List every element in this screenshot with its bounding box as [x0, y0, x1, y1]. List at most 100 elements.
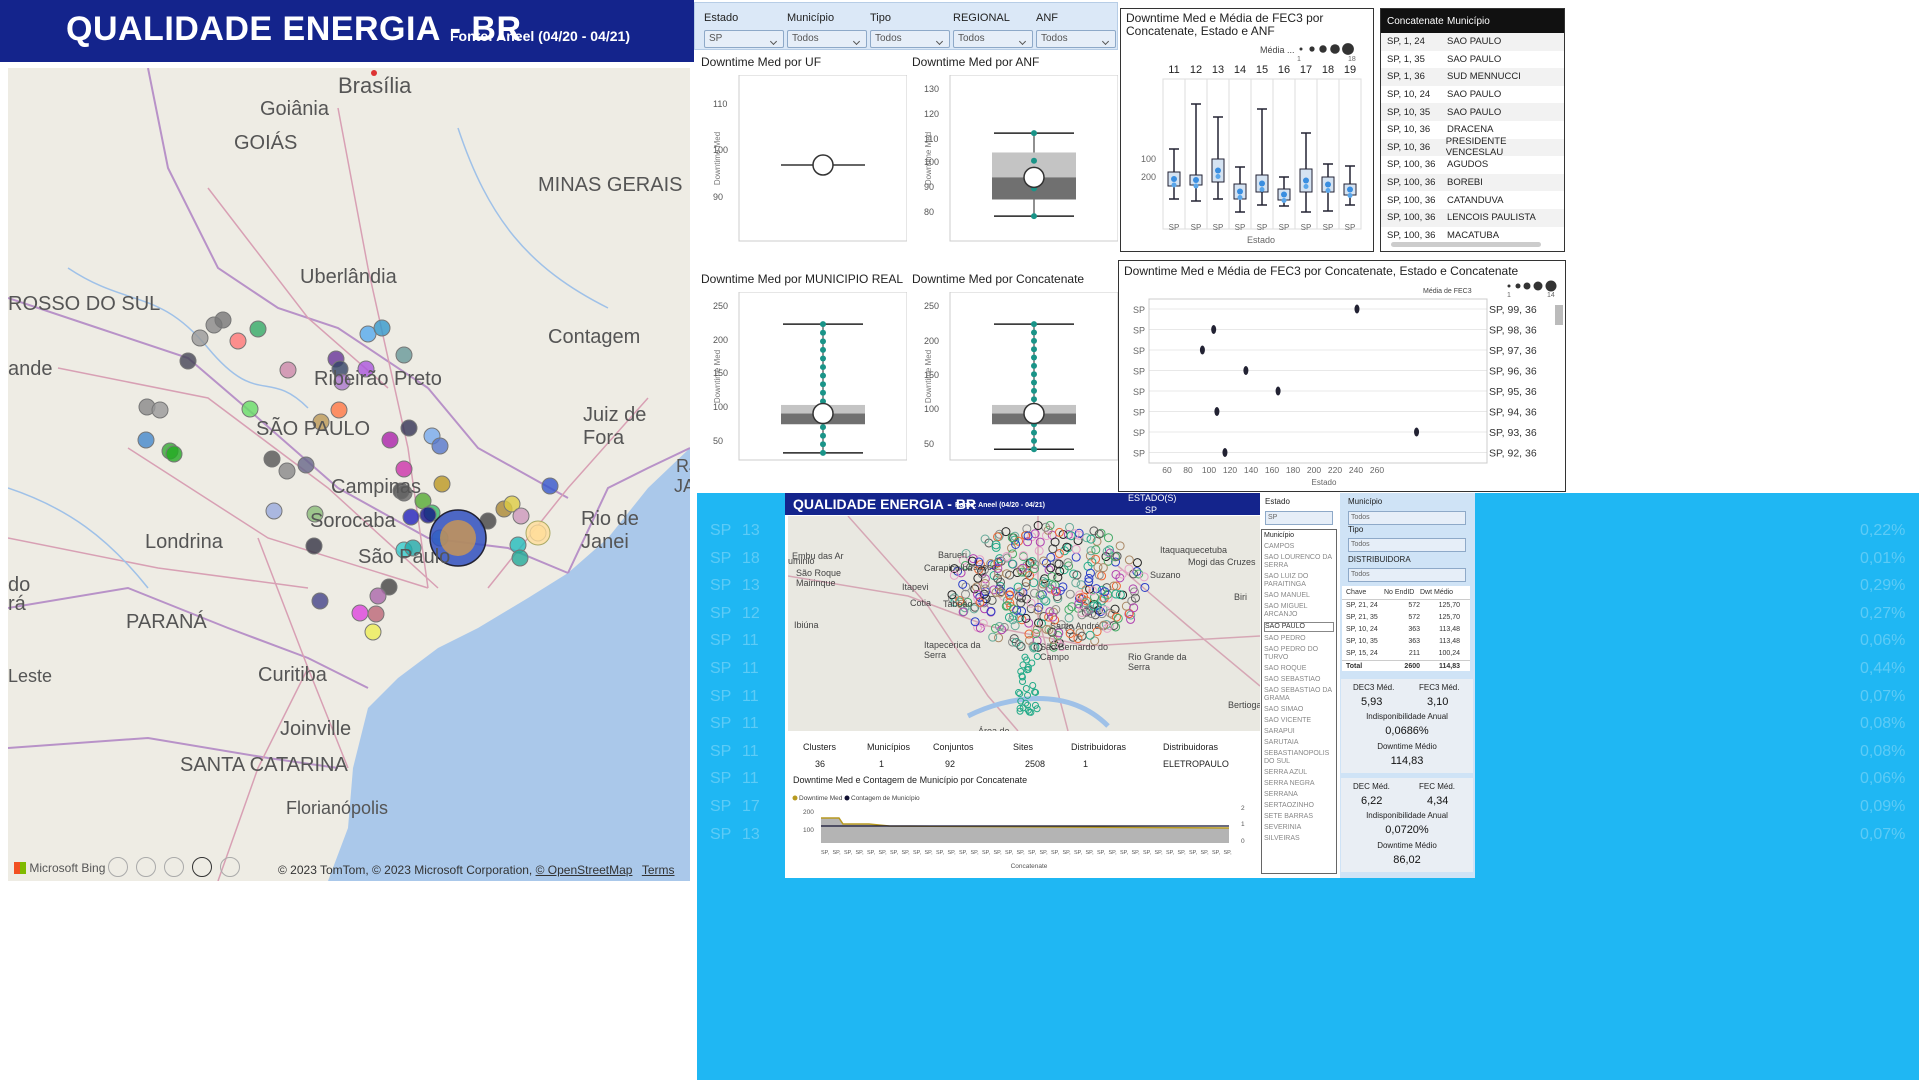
y-tick-label: 200: [924, 336, 940, 347]
mun-list-item[interactable]: SEVERINIA: [1264, 824, 1334, 832]
data-point: [820, 441, 826, 448]
map-controls[interactable]: [108, 857, 240, 877]
x-tick: SP,: [844, 850, 853, 856]
table-scrollbar[interactable]: [1391, 242, 1541, 247]
inset-table-header-cell[interactable]: Chave: [1346, 589, 1384, 596]
mun-list-item[interactable]: SERTAOZINHO: [1264, 802, 1334, 810]
mun-list-item[interactable]: SARUTAIA: [1264, 739, 1334, 747]
y-tick-label: 110: [713, 98, 728, 109]
mun-list-item[interactable]: SAO MANUEL: [1264, 592, 1334, 600]
table-row[interactable]: SP, 100, 36 BOREBI: [1381, 173, 1564, 192]
map-bubble: [512, 507, 530, 525]
map[interactable]: Brasília Goiânia GOIÁS MINAS GERAIS Uberlând…: [8, 68, 690, 881]
table-cell: SP, 10, 35: [1387, 106, 1431, 118]
mun-list-item[interactable]: SAO SIMAO: [1264, 706, 1334, 714]
mun-list-item[interactable]: SERRANA: [1264, 791, 1334, 799]
stat-value-distribuidora-name: ELETROPAULO: [1163, 759, 1229, 769]
legend-dot: [1299, 47, 1303, 51]
map-style-icon[interactable]: [164, 857, 184, 877]
inset-table-row[interactable]: SP, 10, 35 363 113,48: [1342, 636, 1470, 648]
mun-list-item[interactable]: SILVEIRAS: [1264, 835, 1334, 843]
inset-table-row[interactable]: SP, 15, 24 211 100,24: [1342, 648, 1470, 660]
inset-filter-estado[interactable]: SP: [1265, 511, 1333, 525]
table-row[interactable]: SP, 1, 35 SAO PAULO: [1381, 50, 1564, 69]
locate-icon[interactable]: [108, 857, 128, 877]
mun-list-item[interactable]: SAO VICENTE: [1264, 717, 1334, 725]
inset-table[interactable]: Chave No EndID Dwt Médio SP, 21, 24 572 125,7…: [1342, 586, 1470, 671]
mun-list-item[interactable]: SAO LOURENCO DA SERRA: [1264, 554, 1334, 570]
mun-list-item[interactable]: SAO ROQUE: [1264, 665, 1334, 673]
table-cell: AGUDOS: [1447, 159, 1489, 171]
chart-title-conc: Downtime Med por Concatenate: [912, 272, 1085, 286]
table-row[interactable]: SP, 10, 36 PRESIDENTE VENCESLAU: [1381, 136, 1564, 159]
inset-place-label: Mogi das Cruzes: [1188, 557, 1256, 567]
inset-dot: [1029, 578, 1039, 588]
table-row[interactable]: SP, 10, 24 SAO PAULO: [1381, 85, 1564, 104]
column-header: 19: [1344, 64, 1356, 76]
inset-dot: [1022, 685, 1030, 693]
table-row[interactable]: SP, 100, 36 AGUDOS: [1381, 156, 1564, 174]
mun-list-item[interactable]: SAO LUIZ DO PARAITINGA: [1264, 573, 1334, 589]
column-header: 14: [1234, 64, 1246, 76]
table-header-col1[interactable]: Concatenate: [1387, 16, 1447, 27]
inset-table-row[interactable]: SP, 21, 35 572 125,70: [1342, 612, 1470, 624]
y-tick-label: 130: [924, 83, 940, 94]
y-tick-label: 120: [924, 108, 940, 119]
inset-filter-distribuidora[interactable]: Todos: [1348, 568, 1466, 582]
inset-table-header-cell[interactable]: Dwt Médio: [1420, 589, 1460, 596]
inset-table-header-cell[interactable]: No EndID: [1384, 589, 1420, 596]
boxplot-mun[interactable]: [699, 292, 907, 480]
concat-table[interactable]: Concatenate Município SP, 1, 24 SAO PAULO…: [1380, 8, 1565, 252]
fec3-chart[interactable]: 11 SP 12 SP 13 SP 14 SP 15 SP 16 SP 17 SP 18 SP 19 SP 200 1…: [1121, 9, 1375, 253]
mun-list-item[interactable]: SERRA NEGRA: [1264, 780, 1334, 788]
camera-icon[interactable]: [192, 857, 212, 877]
table-cell: SP, 10, 24: [1387, 89, 1431, 101]
mun-list-item[interactable]: SETE BARRAS: [1264, 813, 1334, 821]
mun-list-item[interactable]: CAMPOS: [1264, 543, 1334, 551]
table-header-col2[interactable]: Município: [1447, 16, 1490, 27]
table-cell: PRESIDENTE VENCESLAU: [1445, 136, 1507, 159]
stat-value-clusters: 36: [815, 759, 826, 769]
mun-list-item[interactable]: SAO MIGUEL ARCANJO: [1264, 603, 1334, 619]
category-label: SP: [1323, 223, 1334, 232]
map-place-label: Ribeirão Preto: [314, 368, 442, 390]
inset-filter-municipio[interactable]: Todos: [1348, 511, 1466, 525]
mun-list-item[interactable]: SAO PEDRO: [1264, 635, 1334, 643]
x-tick: SP,: [1005, 850, 1014, 856]
y-tick-label: 90: [924, 181, 935, 192]
mun-list-item[interactable]: SERRA AZUL: [1264, 769, 1334, 777]
inset-table-row[interactable]: SP, 10, 24 363 113,48: [1342, 624, 1470, 636]
table-cell: LENCOIS PAULISTA: [1447, 212, 1536, 224]
column-header: 17: [1300, 64, 1312, 76]
mean-marker: [1023, 166, 1045, 189]
inset-mun-list[interactable]: Município CAMPOS SAO LOURENCO DA SERRA SAO …: [1261, 529, 1337, 874]
fec3b-chart[interactable]: SP SP, 99, 36 SP SP, 98, 36 SP SP, 97, 36 SP SP…: [1119, 261, 1567, 493]
table-row[interactable]: SP, 10, 35 SAO PAULO: [1381, 103, 1564, 121]
zoom-icon[interactable]: [136, 857, 156, 877]
inset-dot: [1085, 630, 1095, 640]
inset-filter-tipo[interactable]: Todos: [1348, 538, 1466, 552]
table-row[interactable]: SP, 1, 36 SUD MENNUCCI: [1381, 68, 1564, 86]
boxplot-conc[interactable]: [910, 292, 1118, 480]
mun-list-item[interactable]: SEBASTIANOPOLIS DO SUL: [1264, 750, 1334, 766]
table-row[interactable]: SP, 1, 24 SAO PAULO: [1381, 33, 1564, 51]
inset-map[interactable]: Barueri Carapicuíba Osasco Itaquaquecetuba M…: [788, 516, 1260, 731]
mun-list-item[interactable]: SAO SEBASTIAO: [1264, 676, 1334, 684]
boxplot-uf[interactable]: [699, 75, 907, 261]
terms-link[interactable]: Terms: [642, 863, 675, 877]
more-icon[interactable]: [220, 857, 240, 877]
mun-list-item[interactable]: SAO PEDRO DO TURVO: [1264, 646, 1334, 662]
inset-table-row[interactable]: SP, 21, 24 572 125,70: [1342, 600, 1470, 612]
map-place-label: rá: [8, 593, 26, 615]
mun-list-item[interactable]: SARAPUI: [1264, 728, 1334, 736]
y-tick: 100: [1141, 154, 1156, 164]
table-row[interactable]: SP, 100, 36 LENCOIS PAULISTA: [1381, 208, 1564, 227]
mun-list-item[interactable]: SAO PAULO: [1264, 622, 1334, 632]
mun-list-item[interactable]: SAO SEBASTIAO DA GRAMA: [1264, 687, 1334, 703]
inset-chart[interactable]: Downtime Med Contagem de Município 200 100 2…: [789, 788, 1259, 878]
column-header: 15: [1256, 64, 1268, 76]
data-point: [820, 321, 826, 328]
boxplot-anf[interactable]: [910, 75, 1118, 261]
osm-link[interactable]: © OpenStreetMap: [536, 863, 633, 877]
table-row[interactable]: SP, 100, 36 CATANDUVA: [1381, 191, 1564, 209]
